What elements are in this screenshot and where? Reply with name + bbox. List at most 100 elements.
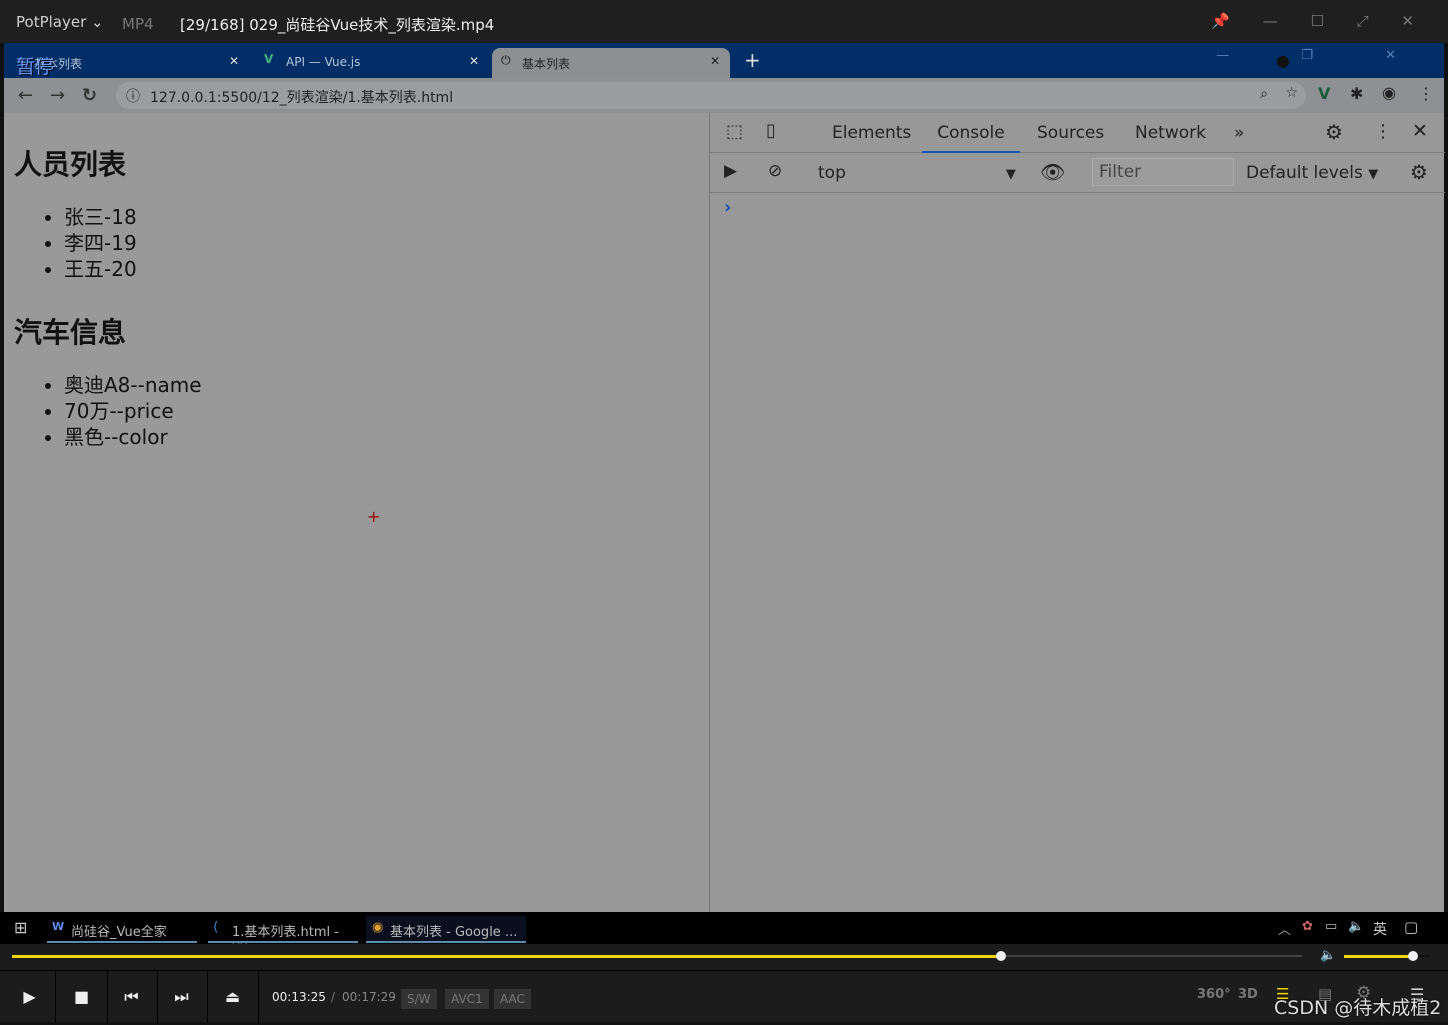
tray-app-icon[interactable]: ✿ [1302, 919, 1313, 934]
chrome-icon: ◉ [372, 920, 384, 935]
3d-icon[interactable]: 3D [1238, 987, 1258, 1002]
volume-level [1344, 955, 1413, 958]
total-time: 00:17:29 [342, 990, 396, 1004]
new-tab-button[interactable]: + [744, 48, 761, 72]
menu-icon[interactable]: ⋮ [1418, 84, 1434, 103]
info-icon: ⓘ [126, 89, 140, 105]
tab-label: API — Vue.js [286, 55, 361, 69]
eject-button[interactable]: ⏏ [207, 971, 259, 1023]
taskbar-label: 基本列表 - Google ... [390, 925, 518, 940]
volume-tray-icon[interactable]: 🔈 [1348, 919, 1364, 934]
tab-vue-api[interactable]: V API — Vue.js ✕ [256, 48, 489, 78]
console-toolbar: ▶ ⊘ top ▼ 👁 Filter Default levels ▼ ⚙ [710, 153, 1445, 193]
tab-network[interactable]: Network [1135, 123, 1206, 143]
paused-indicator: 暂停 [16, 56, 55, 78]
back-button[interactable]: ← [18, 85, 33, 106]
clear-console-icon[interactable]: ⊘ [768, 161, 782, 181]
seek-progress [12, 955, 1002, 958]
volume-handle[interactable] [1407, 951, 1418, 961]
device-toggle-icon[interactable]: ▯ [766, 120, 776, 141]
taskbar-item-vscode[interactable]: ⟨1.基本列表.html - vu... [208, 916, 358, 955]
player-controls: ▶ ■ ⏮ ⏭ ⏏ 00:13:25 / 00:17:29 S/W AVC1 A… [0, 970, 1448, 1023]
tab-label: 基本列表 [522, 57, 571, 71]
sidebar-toggle-icon[interactable]: ▶ [724, 161, 737, 181]
more-tabs-icon[interactable]: » [1234, 123, 1244, 143]
vue-devtools-icon[interactable]: V [1318, 84, 1330, 103]
console-prompt[interactable]: › [724, 197, 731, 218]
settings-gear-icon[interactable]: ⚙ [1325, 120, 1343, 144]
zoom-icon[interactable]: ⌕ [1260, 86, 1268, 102]
app-name: PotPlayer [16, 13, 87, 31]
devtools-tabbar: ⬚ ▯ Elements Console Sources Network » ⚙… [710, 113, 1445, 153]
inspect-element-icon[interactable]: ⬚ [726, 121, 743, 142]
persons-list: 张三-18 李四-19 王五-20 [64, 204, 137, 282]
stop-button[interactable]: ■ [56, 971, 108, 1023]
seek-handle[interactable] [996, 951, 1007, 961]
window-controls[interactable]: — ❐ ✕ [1216, 48, 1430, 63]
extensions-icon[interactable]: ✱ [1350, 84, 1363, 103]
close-devtools-icon[interactable]: ✕ [1412, 120, 1428, 142]
window-controls[interactable]: 📌 — ☐ ⤢ ✕ [1211, 12, 1428, 30]
bookmark-star-icon[interactable]: ☆ [1285, 85, 1298, 101]
list-item: 李四-19 [64, 230, 137, 256]
console-settings-icon[interactable]: ⚙ [1410, 160, 1428, 184]
web-page: 人员列表 张三-18 李四-19 王五-20 汽车信息 奥迪A8--name 7… [4, 113, 709, 912]
renderer-badge[interactable]: S/W [401, 989, 437, 1009]
player-titlebar: PotPlayer ⌄ MP4 [29/168] 029_尚硅谷Vue技术_列表… [0, 0, 1448, 43]
video-codec-badge[interactable]: AVC1 [445, 989, 489, 1009]
live-expression-eye-icon[interactable]: 👁 [1040, 160, 1065, 184]
close-icon[interactable]: ✕ [469, 54, 479, 68]
list-item: 奥迪A8--name [64, 372, 202, 398]
car-list: 奥迪A8--name 70万--price 黑色--color [64, 372, 202, 450]
notification-icon[interactable]: ▢ [1404, 918, 1418, 936]
previous-button[interactable]: ⏮ [106, 971, 158, 1023]
reload-button[interactable]: ↻ [82, 85, 97, 106]
word-icon: W [52, 920, 65, 933]
vscode-icon: ⟨ [213, 920, 219, 935]
battery-icon[interactable]: ▭ [1325, 919, 1337, 934]
list-item: 70万--price [64, 398, 202, 424]
cursor-crosshair-icon: + [367, 507, 381, 526]
list-item: 张三-18 [64, 204, 137, 230]
address-bar-row: ← → ↻ ⓘ 127.0.0.1:5500/12_列表渲染/1.基本列表.htm… [4, 78, 1444, 113]
taskbar-item-word[interactable]: W尚硅谷_Vue全家桶.d... [47, 916, 197, 959]
tab-sources[interactable]: Sources [1037, 123, 1104, 143]
more-options-icon[interactable]: ⋮ [1374, 121, 1392, 142]
video-title: [29/168] 029_尚硅谷Vue技术_列表渲染.mp4 [180, 16, 495, 34]
persons-heading: 人员列表 [14, 148, 127, 181]
ime-indicator[interactable]: 英 [1373, 919, 1387, 939]
filter-input[interactable]: Filter [1092, 158, 1234, 186]
windows-start-icon[interactable]: ⊞ [14, 918, 27, 937]
audio-codec-badge[interactable]: AAC [494, 989, 531, 1009]
play-button[interactable]: ▶ [4, 971, 56, 1023]
360-icon[interactable]: 360° [1197, 987, 1231, 1002]
next-button[interactable]: ⏭ [156, 971, 208, 1023]
tab-elements[interactable]: Elements [832, 123, 911, 143]
windows-taskbar: ⊞ W尚硅谷_Vue全家桶.d... ⟨1.基本列表.html - vu... … [0, 912, 1448, 959]
forward-button[interactable]: → [50, 85, 65, 106]
list-item: 黑色--color [64, 424, 202, 450]
tab-console[interactable]: Console [922, 123, 1020, 153]
context-select[interactable]: top ▼ [818, 163, 1016, 183]
levels-label: Default levels [1246, 163, 1363, 183]
tab-basic-list-active[interactable]: ⏻ 基本列表 ✕ [492, 48, 730, 78]
url-input[interactable]: ⓘ 127.0.0.1:5500/12_列表渲染/1.基本列表.html ⌕ ☆ [116, 82, 1306, 109]
current-time: 00:13:25 [272, 990, 326, 1004]
close-icon[interactable]: ✕ [229, 54, 239, 68]
taskbar-item-chrome[interactable]: ◉ 基本列表 - Google ... [366, 916, 526, 943]
mute-icon[interactable]: 🔈 [1320, 948, 1336, 963]
list-item: 王五-20 [64, 256, 137, 282]
url-text: 127.0.0.1:5500/12_列表渲染/1.基本列表.html [150, 90, 454, 106]
format-label: MP4 [122, 15, 154, 33]
app-menu[interactable]: PotPlayer ⌄ [16, 13, 104, 31]
browser-tabbar: 基本列表 ✕ V API — Vue.js ✕ ⏻ 基本列表 ✕ + ● — ❐ ✕ [4, 43, 1444, 78]
close-icon[interactable]: ✕ [710, 54, 720, 68]
time-separator: / [331, 990, 336, 1004]
tray-expand-icon[interactable]: ︿ [1278, 919, 1291, 938]
seek-area: 🔈 [0, 944, 1448, 970]
log-levels-dropdown[interactable]: Default levels ▼ [1246, 163, 1378, 183]
context-value: top [818, 163, 846, 183]
profile-avatar[interactable]: ◉ [1382, 83, 1396, 102]
favicon-icon: ⏻ [501, 53, 511, 67]
vue-logo-icon: V [264, 52, 274, 66]
